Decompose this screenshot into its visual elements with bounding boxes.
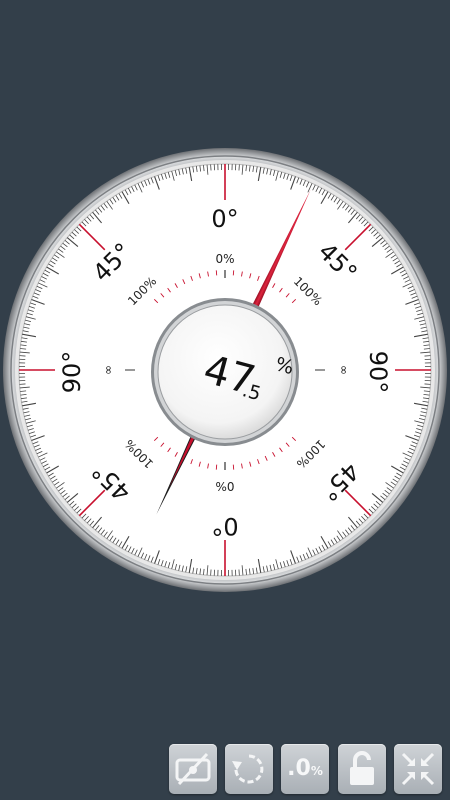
infinity-left: ∞: [101, 365, 115, 375]
precision-label: .0: [287, 756, 311, 781]
precision-button[interactable]: .0%: [281, 744, 329, 794]
inclinometer-dial: 0° 45° 45° 90° 90° 45° 45° 0° 0% 100% 10…: [3, 148, 447, 592]
precision-icon: .0%: [287, 758, 323, 780]
level-off-icon: [175, 752, 211, 786]
bottom-toolbar: .0%: [0, 744, 450, 796]
lock-button[interactable]: [338, 744, 386, 794]
calibrate-button[interactable]: [169, 744, 217, 794]
label-right-90: 90°: [364, 351, 392, 394]
label-left-90: 90°: [58, 351, 86, 394]
percent-top-zero: 0%: [215, 252, 234, 266]
percent-bottom-zero: 0%: [215, 479, 234, 493]
fullscreen-button[interactable]: [394, 744, 442, 794]
precision-unit: %: [310, 764, 323, 778]
infinity-right: ∞: [337, 365, 351, 375]
label-top-0: 0°: [211, 205, 238, 233]
collapse-icon: [401, 752, 435, 786]
label-bottom-0: 0°: [211, 512, 238, 540]
unlock-icon: [350, 751, 374, 785]
rotate-icon: [232, 754, 264, 784]
rotate-button[interactable]: [225, 744, 273, 794]
